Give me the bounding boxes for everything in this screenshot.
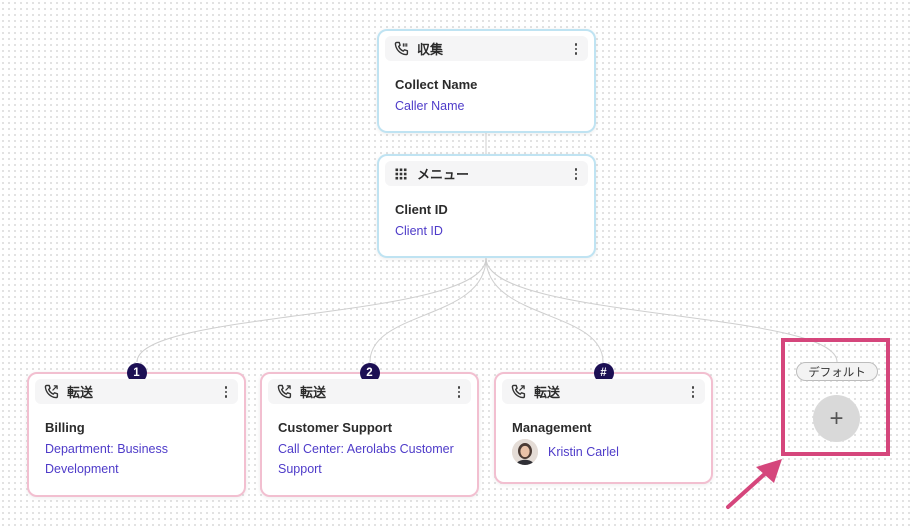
billing-node-body: Billing Department: Business Development [45,420,232,479]
menu-node-label: Client ID [395,202,448,217]
kebab-menu-icon[interactable] [687,384,699,400]
kebab-menu-icon[interactable] [453,384,465,400]
support-node-title: 転送 [300,385,327,400]
phone-forward-icon [43,384,59,400]
menu-node-body: Client ID Client ID [395,202,582,241]
menu-node-title: メニュー [417,167,470,182]
billing-node-title: 転送 [67,385,94,400]
annotation-arrow [726,459,782,509]
highlight-box [781,338,890,456]
collect-node-title: 収集 [417,42,444,57]
management-node-body: Management Kristin Carlel [512,420,699,465]
kebab-menu-icon[interactable] [570,41,582,57]
menu-node-header: メニュー [385,161,588,186]
billing-node-header: 転送 [35,379,238,404]
menu-node-value: Client ID [395,224,443,238]
support-transfer-node[interactable]: 2 転送 Customer Support Call Center: Aerol… [260,363,479,497]
support-node-label: Customer Support [278,420,393,435]
collect-node-body: Collect Name Caller Name [395,77,582,116]
menu-node[interactable]: メニュー Client ID Client ID [377,154,596,258]
collect-node[interactable]: 収集 Collect Name Caller Name [377,29,596,133]
phone-forward-icon [276,384,292,400]
phone-icon [393,41,409,57]
collect-node-value: Caller Name [395,99,465,113]
billing-node-label: Billing [45,420,85,435]
avatar [512,439,538,465]
support-node-value: Call Center: Aerolabs Customer Support [278,442,454,476]
billing-transfer-node[interactable]: 1 転送 Billing Department: Business Develo… [27,363,246,497]
support-node-body: Customer Support Call Center: Aerolabs C… [278,420,465,479]
kebab-menu-icon[interactable] [220,384,232,400]
management-transfer-node[interactable]: # 転送 Management Kristin Carlel [494,363,713,484]
collect-node-label: Collect Name [395,77,478,92]
agent-row: Kristin Carlel [512,439,699,465]
kebab-menu-icon[interactable] [570,166,582,182]
billing-node-value: Department: Business Development [45,442,168,476]
phone-forward-icon [510,384,526,400]
connector-menu-management [485,257,604,363]
agent-name: Kristin Carlel [548,445,619,459]
collect-node-header: 収集 [385,36,588,61]
connector-menu-support [369,257,487,363]
management-node-label: Management [512,420,592,435]
connector-menu-billing [136,257,487,363]
keypad-grid-icon [393,166,409,182]
support-node-header: 転送 [268,379,471,404]
management-node-header: 転送 [502,379,705,404]
management-node-title: 転送 [534,385,561,400]
